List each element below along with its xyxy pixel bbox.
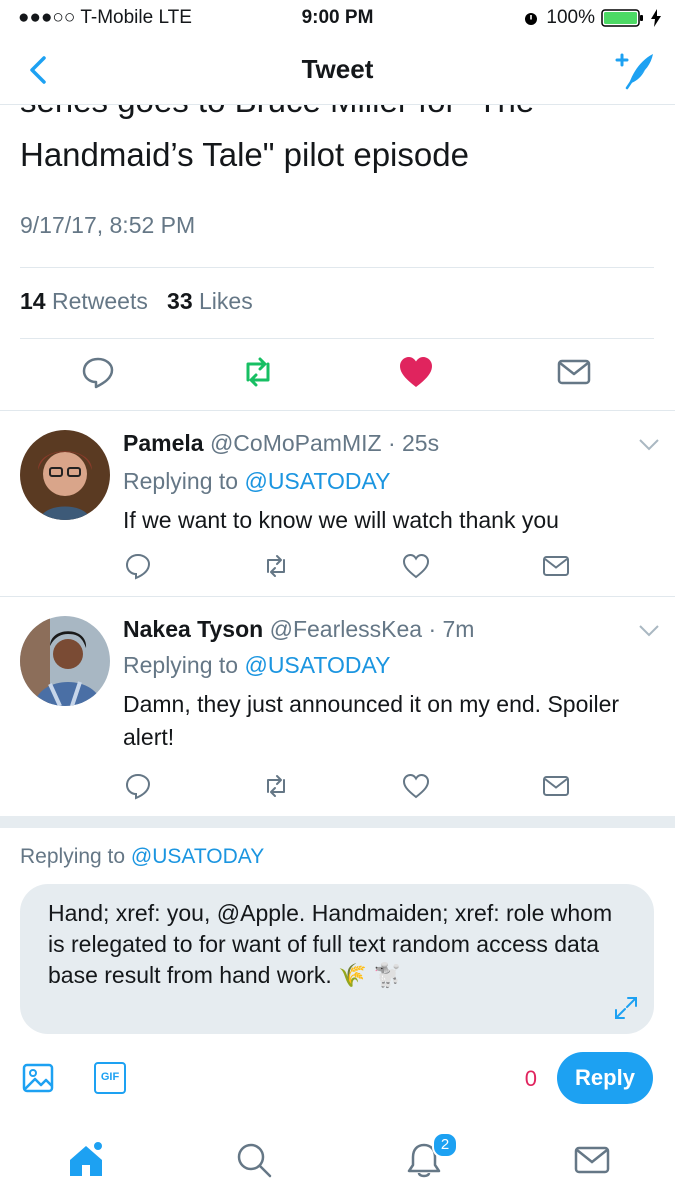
status-bar: ●●●○○ T-Mobile LTE 9:00 PM 100% bbox=[0, 0, 675, 36]
like-count: 33 bbox=[167, 288, 193, 314]
like-label: Likes bbox=[199, 288, 253, 314]
direct-message-icon[interactable] bbox=[542, 552, 570, 580]
avatar[interactable] bbox=[20, 430, 110, 520]
reply-tweet[interactable]: Pamela @CoMoPamMIZ · 25s Replying to @US… bbox=[0, 410, 675, 596]
tweet-text-area: series goes to Bruce Miller for "The Han… bbox=[0, 104, 675, 200]
chevron-down-icon[interactable] bbox=[638, 438, 660, 452]
replying-to-link[interactable]: @USATODAY bbox=[131, 845, 264, 868]
search-icon[interactable] bbox=[234, 1140, 274, 1180]
divider bbox=[20, 338, 654, 339]
chevron-down-icon[interactable] bbox=[638, 624, 660, 638]
reply-icon[interactable] bbox=[124, 772, 152, 800]
reply-icon[interactable] bbox=[124, 552, 152, 580]
character-count: 0 bbox=[524, 1066, 537, 1091]
tweet-timestamp: 9/17/17, 8:52 PM bbox=[20, 212, 196, 238]
like-count-link[interactable]: 33 Likes bbox=[167, 288, 253, 314]
reply-header: Pamela @CoMoPamMIZ · 25s bbox=[123, 430, 439, 457]
reply-actions bbox=[0, 772, 675, 804]
reply-tweet[interactable]: Nakea Tyson @FearlessKea · 7m Replying t… bbox=[0, 596, 675, 816]
messages-icon[interactable] bbox=[572, 1140, 612, 1180]
retweet-label: Retweets bbox=[51, 288, 148, 314]
tab-bar: 2 bbox=[0, 1120, 675, 1200]
battery-icon bbox=[601, 9, 643, 27]
page-title: Tweet bbox=[301, 54, 374, 84]
reply-header: Nakea Tyson @FearlessKea · 7m bbox=[123, 616, 474, 643]
battery-status: 100% bbox=[522, 7, 661, 29]
composer-replying-to: Replying to @USATODAY bbox=[20, 845, 264, 869]
charging-icon bbox=[651, 9, 661, 27]
tweet-text-line: series goes to Bruce Miller for "The bbox=[20, 104, 660, 128]
compose-tweet-icon[interactable] bbox=[613, 50, 657, 90]
avatar[interactable] bbox=[20, 616, 110, 706]
tweet-text-line: Handmaid’s Tale" pilot episode bbox=[20, 136, 469, 173]
composer-separator bbox=[0, 816, 675, 828]
alarm-icon bbox=[525, 13, 538, 25]
notifications-badge: 2 bbox=[432, 1132, 458, 1158]
retweet-count-link[interactable]: 14 Retweets bbox=[20, 288, 148, 314]
reply-draft-text[interactable]: Hand; xref: you, @Apple. Handmaiden; xre… bbox=[48, 898, 628, 991]
retweet-icon[interactable] bbox=[262, 552, 290, 580]
expand-icon[interactable] bbox=[612, 994, 640, 1022]
direct-message-icon[interactable] bbox=[556, 354, 592, 390]
reply-text: Damn, they just announced it on my end. … bbox=[123, 691, 620, 750]
author-handle[interactable]: @FearlessKea bbox=[270, 616, 422, 642]
direct-message-icon[interactable] bbox=[542, 772, 570, 800]
replying-to: Replying to @USATODAY bbox=[123, 468, 391, 495]
reply-button[interactable]: Reply bbox=[557, 1052, 653, 1104]
reply-time: · 7m bbox=[428, 616, 475, 642]
replying-to-link[interactable]: @USATODAY bbox=[244, 468, 390, 494]
replying-prefix: Replying to bbox=[123, 468, 239, 494]
battery-percent: 100% bbox=[546, 7, 595, 28]
reply-actions bbox=[0, 552, 675, 584]
tweet-actions bbox=[0, 354, 675, 396]
like-icon[interactable] bbox=[402, 552, 430, 580]
replying-prefix: Replying to bbox=[123, 652, 239, 678]
gif-icon[interactable]: GIF bbox=[94, 1062, 126, 1094]
image-icon[interactable] bbox=[22, 1062, 54, 1094]
replying-to-link[interactable]: @USATODAY bbox=[244, 652, 390, 678]
divider bbox=[20, 267, 654, 268]
author-handle[interactable]: @CoMoPamMIZ bbox=[210, 430, 382, 456]
retweet-icon[interactable] bbox=[240, 354, 276, 390]
reply-time: · 25s bbox=[387, 430, 440, 456]
replying-prefix: Replying to bbox=[20, 845, 126, 868]
reply-icon[interactable] bbox=[80, 354, 116, 390]
like-filled-icon[interactable] bbox=[398, 354, 434, 390]
author-name[interactable]: Pamela bbox=[123, 430, 204, 456]
replying-to: Replying to @USATODAY bbox=[123, 652, 391, 679]
tweet-text: series goes to Bruce Miller for "The Han… bbox=[20, 104, 660, 182]
reply-text: If we want to know we will watch thank y… bbox=[123, 507, 559, 533]
navigation-bar: Tweet bbox=[0, 36, 675, 105]
like-icon[interactable] bbox=[402, 772, 430, 800]
home-icon[interactable] bbox=[66, 1140, 106, 1180]
author-name[interactable]: Nakea Tyson bbox=[123, 616, 263, 642]
tweet-stats: 14 Retweets 33 Likes bbox=[20, 288, 253, 315]
retweet-icon[interactable] bbox=[262, 772, 290, 800]
retweet-count: 14 bbox=[20, 288, 46, 314]
